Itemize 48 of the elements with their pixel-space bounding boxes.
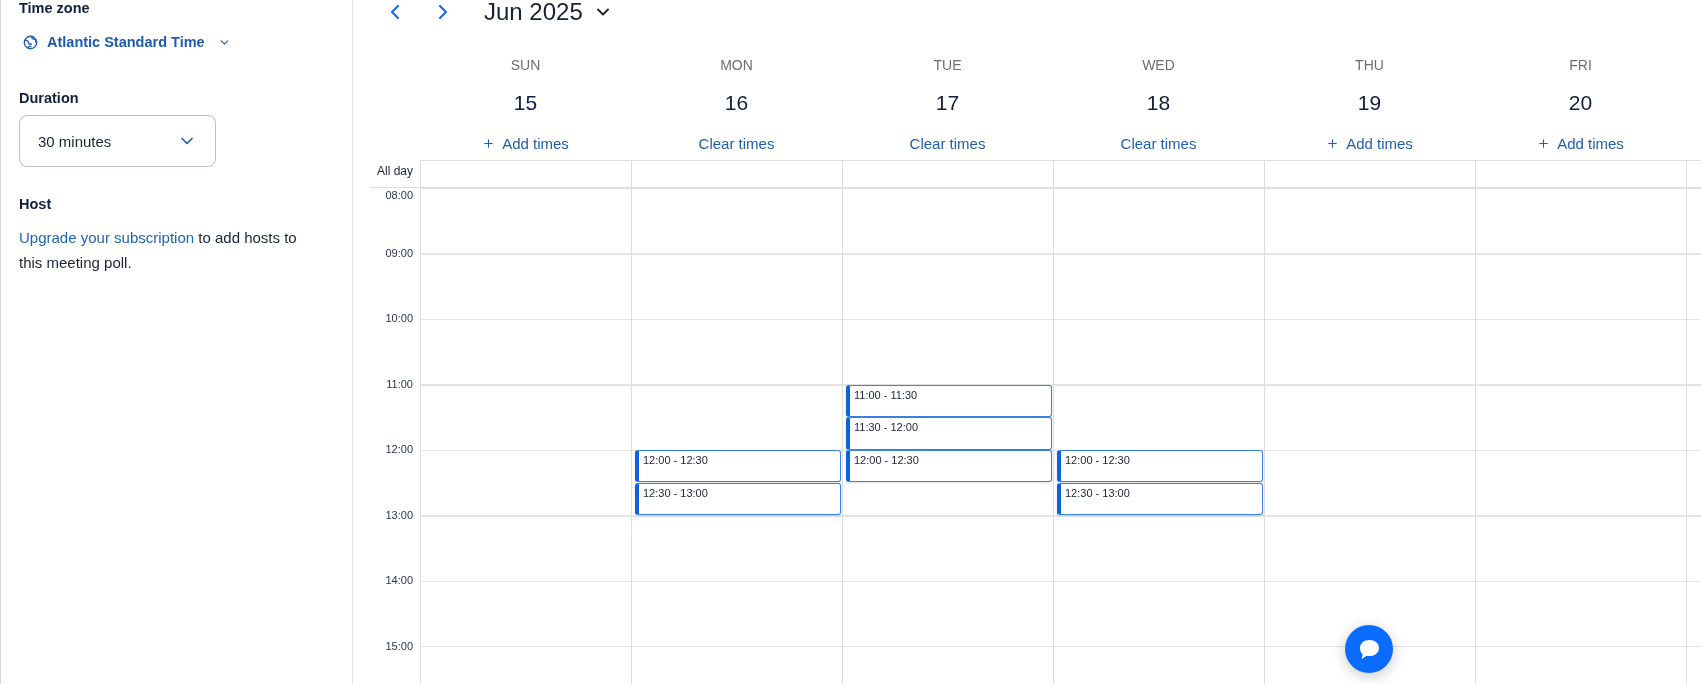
- duration-label: Duration: [19, 90, 79, 106]
- duration-select[interactable]: 30 minutes: [19, 115, 216, 167]
- plus-icon: [1537, 136, 1551, 150]
- plus-icon: [482, 136, 496, 150]
- add-times-button[interactable]: Add times: [1326, 134, 1413, 152]
- weekday-label: THU: [1355, 56, 1384, 74]
- hour-label: 14:00: [385, 574, 413, 587]
- time-slot[interactable]: 12:00 - 12:30: [846, 450, 1052, 483]
- date-number: 17: [935, 90, 960, 116]
- month-picker[interactable]: Jun 2025: [484, 0, 613, 26]
- host-label: Host: [19, 196, 52, 212]
- weekday-label: WED: [1142, 56, 1175, 74]
- date-number: 20: [1568, 90, 1593, 116]
- date-number: 15: [513, 90, 538, 116]
- hour-label: 11:00: [386, 377, 413, 391]
- date-number: 18: [1146, 90, 1171, 116]
- chat-button[interactable]: [1345, 625, 1393, 673]
- weekday-label: FRI: [1569, 56, 1592, 74]
- hour-label: 09:00: [385, 246, 413, 260]
- clear-times-button[interactable]: Clear times: [909, 134, 986, 152]
- time-zone-label: Time zone: [19, 0, 90, 16]
- time-slot[interactable]: 11:00 - 11:30: [846, 384, 1052, 417]
- hour-label: 15:00: [385, 639, 413, 653]
- add-times-button[interactable]: Add times: [1537, 134, 1624, 152]
- date-number: 16: [724, 90, 749, 116]
- hour-label: 12:00: [385, 443, 413, 456]
- speech-bubble-icon: [1359, 639, 1379, 659]
- hour-label: 08:00: [385, 189, 413, 202]
- weekday-label: SUN: [510, 56, 541, 74]
- time-zone-dropdown[interactable]: Atlantic Standard Time: [19, 30, 231, 54]
- hour-label: 10:00: [385, 312, 413, 325]
- hour-label: 13:00: [385, 508, 413, 522]
- upgrade-link[interactable]: Upgrade your subscription: [19, 229, 195, 246]
- all-day-label: All day: [375, 163, 414, 180]
- weekday-label: MON: [720, 56, 753, 74]
- globe-icon: [23, 34, 38, 50]
- time-slot[interactable]: 11:30 - 12:00: [846, 417, 1052, 450]
- time-slot[interactable]: 12:00 - 12:30: [1057, 450, 1263, 483]
- time-slot[interactable]: 12:30 - 13:00: [1057, 482, 1263, 515]
- clear-times-button[interactable]: Clear times: [698, 134, 775, 152]
- weekday-label: TUE: [933, 56, 962, 74]
- host-description: Upgrade your subscription to add hosts to this meeting poll.: [19, 228, 298, 273]
- add-times-button[interactable]: Add times: [482, 134, 569, 152]
- time-slot[interactable]: 12:00 - 12:30: [635, 450, 841, 483]
- date-number: 19: [1357, 90, 1382, 116]
- time-slot[interactable]: 12:30 - 13:00: [635, 482, 841, 515]
- plus-icon: [1326, 136, 1340, 150]
- clear-times-button[interactable]: Clear times: [1120, 134, 1197, 152]
